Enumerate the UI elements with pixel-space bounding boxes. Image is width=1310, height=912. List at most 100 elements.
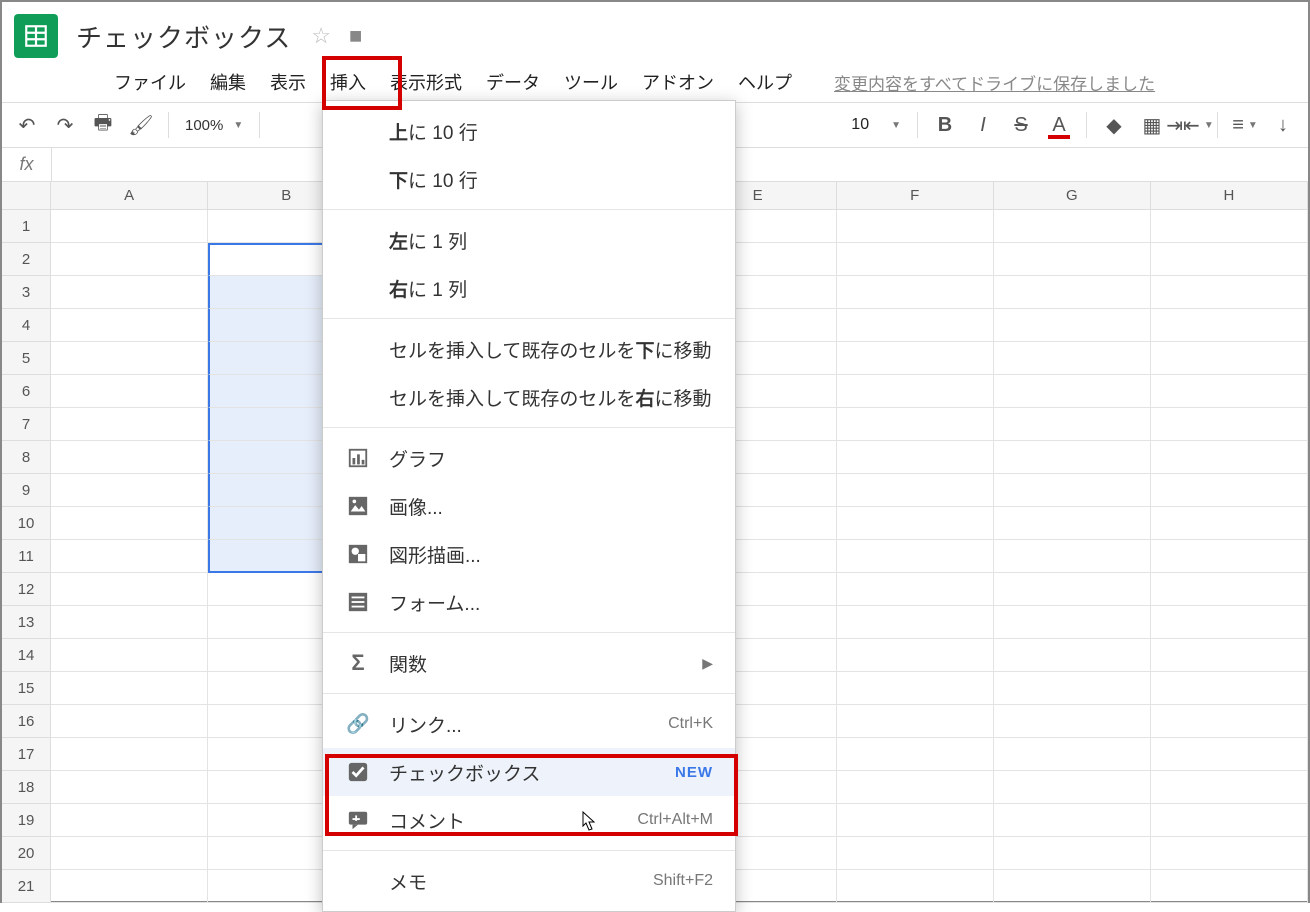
cell-F18[interactable] [837,771,994,804]
cell-G4[interactable] [994,309,1151,342]
cell-G10[interactable] [994,507,1151,540]
cell-A11[interactable] [51,540,208,573]
cell-F11[interactable] [837,540,994,573]
cell-A8[interactable] [51,441,208,474]
insert-link[interactable]: 🔗 リンク... Ctrl+K [323,700,735,748]
print-button[interactable]: 🖶 [86,108,120,142]
cell-A19[interactable] [51,804,208,837]
insert-comment[interactable]: コメント Ctrl+Alt+M [323,796,735,844]
col-header-G[interactable]: G [994,182,1151,210]
row-header-6[interactable]: 6 [2,375,51,408]
menu-data[interactable]: データ [474,63,552,101]
text-color-button[interactable]: A [1042,108,1076,142]
menu-view[interactable]: 表示 [258,63,318,101]
menu-file[interactable]: ファイル [102,63,198,101]
cell-H14[interactable] [1151,639,1308,672]
valign-button[interactable]: ↓ [1266,108,1300,142]
cell-G20[interactable] [994,837,1151,870]
cell-G19[interactable] [994,804,1151,837]
cell-G13[interactable] [994,606,1151,639]
menu-insert[interactable]: 挿入 [318,63,378,101]
row-header-19[interactable]: 19 [2,804,51,837]
cell-G21[interactable] [994,870,1151,903]
row-header-2[interactable]: 2 [2,243,51,276]
row-header-10[interactable]: 10 [2,507,51,540]
cell-F6[interactable] [837,375,994,408]
row-header-14[interactable]: 14 [2,639,51,672]
merge-button[interactable]: ⇥⇤▼ [1173,108,1207,142]
cell-A16[interactable] [51,705,208,738]
row-header-7[interactable]: 7 [2,408,51,441]
row-header-5[interactable]: 5 [2,342,51,375]
cell-F19[interactable] [837,804,994,837]
cell-H15[interactable] [1151,672,1308,705]
borders-button[interactable]: ▦ [1135,108,1169,142]
cell-G12[interactable] [994,573,1151,606]
cell-F13[interactable] [837,606,994,639]
cell-H19[interactable] [1151,804,1308,837]
row-header-3[interactable]: 3 [2,276,51,309]
cell-A1[interactable] [51,210,208,243]
row-header-17[interactable]: 17 [2,738,51,771]
row-header-12[interactable]: 12 [2,573,51,606]
insert-rows-above[interactable]: 上に 10 行 [323,107,735,155]
redo-button[interactable]: ↷ [48,108,82,142]
cell-A15[interactable] [51,672,208,705]
cell-H1[interactable] [1151,210,1308,243]
cell-G7[interactable] [994,408,1151,441]
cell-F7[interactable] [837,408,994,441]
cell-G17[interactable] [994,738,1151,771]
cell-H3[interactable] [1151,276,1308,309]
cell-F5[interactable] [837,342,994,375]
font-size-select[interactable]: 10▼ [845,116,907,134]
cell-F16[interactable] [837,705,994,738]
cell-F15[interactable] [837,672,994,705]
cell-H18[interactable] [1151,771,1308,804]
cell-G9[interactable] [994,474,1151,507]
row-header-9[interactable]: 9 [2,474,51,507]
paint-format-button[interactable]: 🖌 [124,108,158,142]
row-header-4[interactable]: 4 [2,309,51,342]
insert-image[interactable]: 画像... [323,482,735,530]
bold-button[interactable]: B [928,108,962,142]
cell-A17[interactable] [51,738,208,771]
insert-drawing[interactable]: 図形描画... [323,530,735,578]
cell-H4[interactable] [1151,309,1308,342]
col-header-F[interactable]: F [837,182,994,210]
cell-F8[interactable] [837,441,994,474]
cell-F9[interactable] [837,474,994,507]
row-header-21[interactable]: 21 [2,870,51,903]
cell-G15[interactable] [994,672,1151,705]
cell-A6[interactable] [51,375,208,408]
cell-G8[interactable] [994,441,1151,474]
cell-F10[interactable] [837,507,994,540]
cell-H11[interactable] [1151,540,1308,573]
insert-col-right[interactable]: 右に 1 列 [323,264,735,312]
cell-H10[interactable] [1151,507,1308,540]
cell-G2[interactable] [994,243,1151,276]
cell-F12[interactable] [837,573,994,606]
cell-A12[interactable] [51,573,208,606]
cell-A2[interactable] [51,243,208,276]
menu-tools[interactable]: ツール [552,63,630,101]
cell-F1[interactable] [837,210,994,243]
align-button[interactable]: ≡▼ [1228,108,1262,142]
col-header-A[interactable]: A [51,182,208,210]
row-header-20[interactable]: 20 [2,837,51,870]
cell-A18[interactable] [51,771,208,804]
cell-A7[interactable] [51,408,208,441]
select-all-corner[interactable] [2,182,51,210]
cell-H5[interactable] [1151,342,1308,375]
insert-form[interactable]: フォーム... [323,578,735,626]
cell-F4[interactable] [837,309,994,342]
cell-F17[interactable] [837,738,994,771]
cell-H17[interactable] [1151,738,1308,771]
zoom-select[interactable]: 100%▼ [179,117,249,134]
italic-button[interactable]: I [966,108,1000,142]
cell-H6[interactable] [1151,375,1308,408]
save-status[interactable]: 変更内容をすべてドライブに保存しました [834,70,1155,95]
cell-A21[interactable] [51,870,208,903]
cell-F20[interactable] [837,837,994,870]
cell-G11[interactable] [994,540,1151,573]
cell-A14[interactable] [51,639,208,672]
